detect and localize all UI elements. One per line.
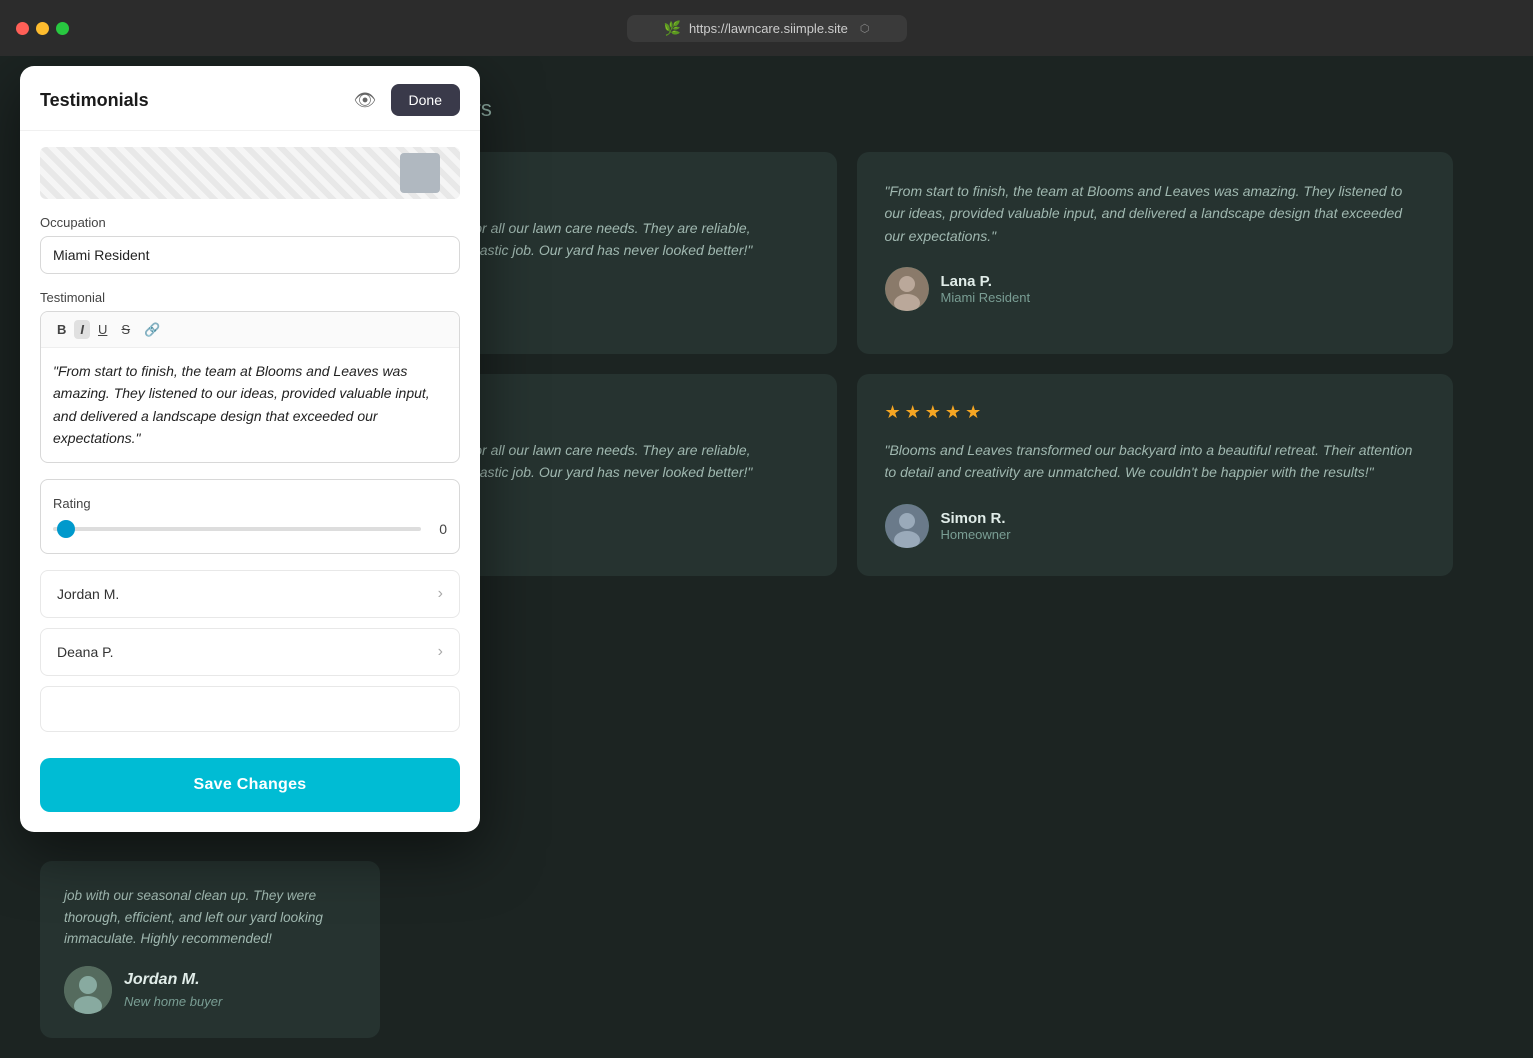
browser-chrome: 🌿 https://lawncare.siimple.site ⬡	[0, 0, 1533, 56]
collapsed-item-jordan[interactable]: Jordan M. ›	[40, 570, 460, 618]
author-4: Simon R. Homeowner	[885, 504, 1426, 548]
slider-track	[53, 527, 421, 531]
quote-4: "Blooms and Leaves transformed our backy…	[885, 439, 1426, 484]
author-2: Lana P. Miami Resident	[885, 267, 1426, 311]
bottom-card-name: Jordan M.	[124, 967, 222, 993]
main-area: ommunity of homeowners ★ ★ ★ ★ ★ "We rel…	[0, 56, 1533, 1058]
testimonial-label: Testimonial	[40, 290, 460, 305]
rating-box: Rating 0	[40, 479, 460, 554]
underline-button[interactable]: U	[92, 320, 113, 339]
site-favicon-icon: 🌿	[664, 20, 681, 37]
preview-button[interactable]: 👁	[350, 86, 381, 115]
strikethrough-button[interactable]: S	[115, 320, 136, 339]
editor-panel: Testimonials 👁 Done Occupation Testimoni…	[20, 66, 480, 832]
panel-body: Occupation Testimonial B I U S 🔗 "From s…	[20, 131, 480, 758]
author-info-2: Lana P. Miami Resident	[941, 273, 1031, 305]
bold-button[interactable]: B	[51, 320, 72, 339]
testimonial-card-2: "From start to finish, the team at Bloom…	[857, 152, 1454, 354]
collapsed-item-deana-label: Deana P.	[57, 644, 114, 660]
rte-content[interactable]: "From start to finish, the team at Bloom…	[41, 348, 459, 462]
minimize-traffic-light[interactable]	[36, 22, 49, 35]
stars-row-4: ★ ★ ★ ★ ★	[885, 402, 1426, 423]
external-link-icon[interactable]: ⬡	[860, 22, 870, 35]
bottom-card-role: New home buyer	[124, 992, 222, 1013]
panel-header: Testimonials 👁 Done	[20, 66, 480, 131]
panel-header-actions: 👁 Done	[350, 84, 460, 116]
fullscreen-traffic-light[interactable]	[56, 22, 69, 35]
italic-button[interactable]: I	[74, 320, 90, 339]
bottom-card-avatar	[64, 966, 112, 1014]
link-button[interactable]: 🔗	[138, 320, 166, 339]
done-button[interactable]: Done	[391, 84, 460, 116]
quote-2: "From start to finish, the team at Bloom…	[885, 180, 1426, 247]
occupation-input[interactable]	[40, 236, 460, 274]
chevron-right-icon-deana: ›	[438, 643, 443, 661]
rating-label: Rating	[53, 496, 447, 511]
testimonial-card-4: ★ ★ ★ ★ ★ "Blooms and Leaves transformed…	[857, 374, 1454, 576]
testimonial-field-group: Testimonial B I U S 🔗 "From start to fin…	[40, 290, 460, 463]
avatar-4	[885, 504, 929, 548]
rating-value: 0	[431, 521, 447, 537]
close-traffic-light[interactable]	[16, 22, 29, 35]
bottom-card-quote: job with our seasonal clean up. They wer…	[64, 888, 323, 946]
chevron-right-icon-jordan: ›	[438, 585, 443, 603]
bottom-left-card: job with our seasonal clean up. They wer…	[40, 861, 380, 1038]
avatar-2	[885, 267, 929, 311]
image-strip	[40, 147, 460, 199]
collapsed-item-jordan-label: Jordan M.	[57, 586, 119, 602]
panel-title: Testimonials	[40, 90, 149, 111]
url-text: https://lawncare.siimple.site	[689, 21, 848, 36]
occupation-label: Occupation	[40, 215, 460, 230]
empty-item	[40, 686, 460, 732]
rte-toolbar: B I U S 🔗	[41, 312, 459, 348]
author-info-4: Simon R. Homeowner	[941, 510, 1011, 542]
slider-thumb[interactable]	[57, 520, 75, 538]
address-bar[interactable]: 🌿 https://lawncare.siimple.site ⬡	[627, 15, 907, 42]
save-changes-button[interactable]: Save Changes	[40, 758, 460, 812]
traffic-lights	[16, 22, 69, 35]
author-name-4: Simon R.	[941, 510, 1011, 527]
image-thumb	[400, 153, 440, 193]
occupation-field-group: Occupation	[40, 215, 460, 274]
rte-wrapper: B I U S 🔗 "From start to finish, the tea…	[40, 311, 460, 463]
author-role-4: Homeowner	[941, 527, 1011, 542]
bottom-card-author: Jordan M. New home buyer	[64, 966, 356, 1014]
collapsed-item-deana[interactable]: Deana P. ›	[40, 628, 460, 676]
author-role-2: Miami Resident	[941, 290, 1031, 305]
rating-slider-row: 0	[53, 521, 447, 537]
author-name-2: Lana P.	[941, 273, 1031, 290]
